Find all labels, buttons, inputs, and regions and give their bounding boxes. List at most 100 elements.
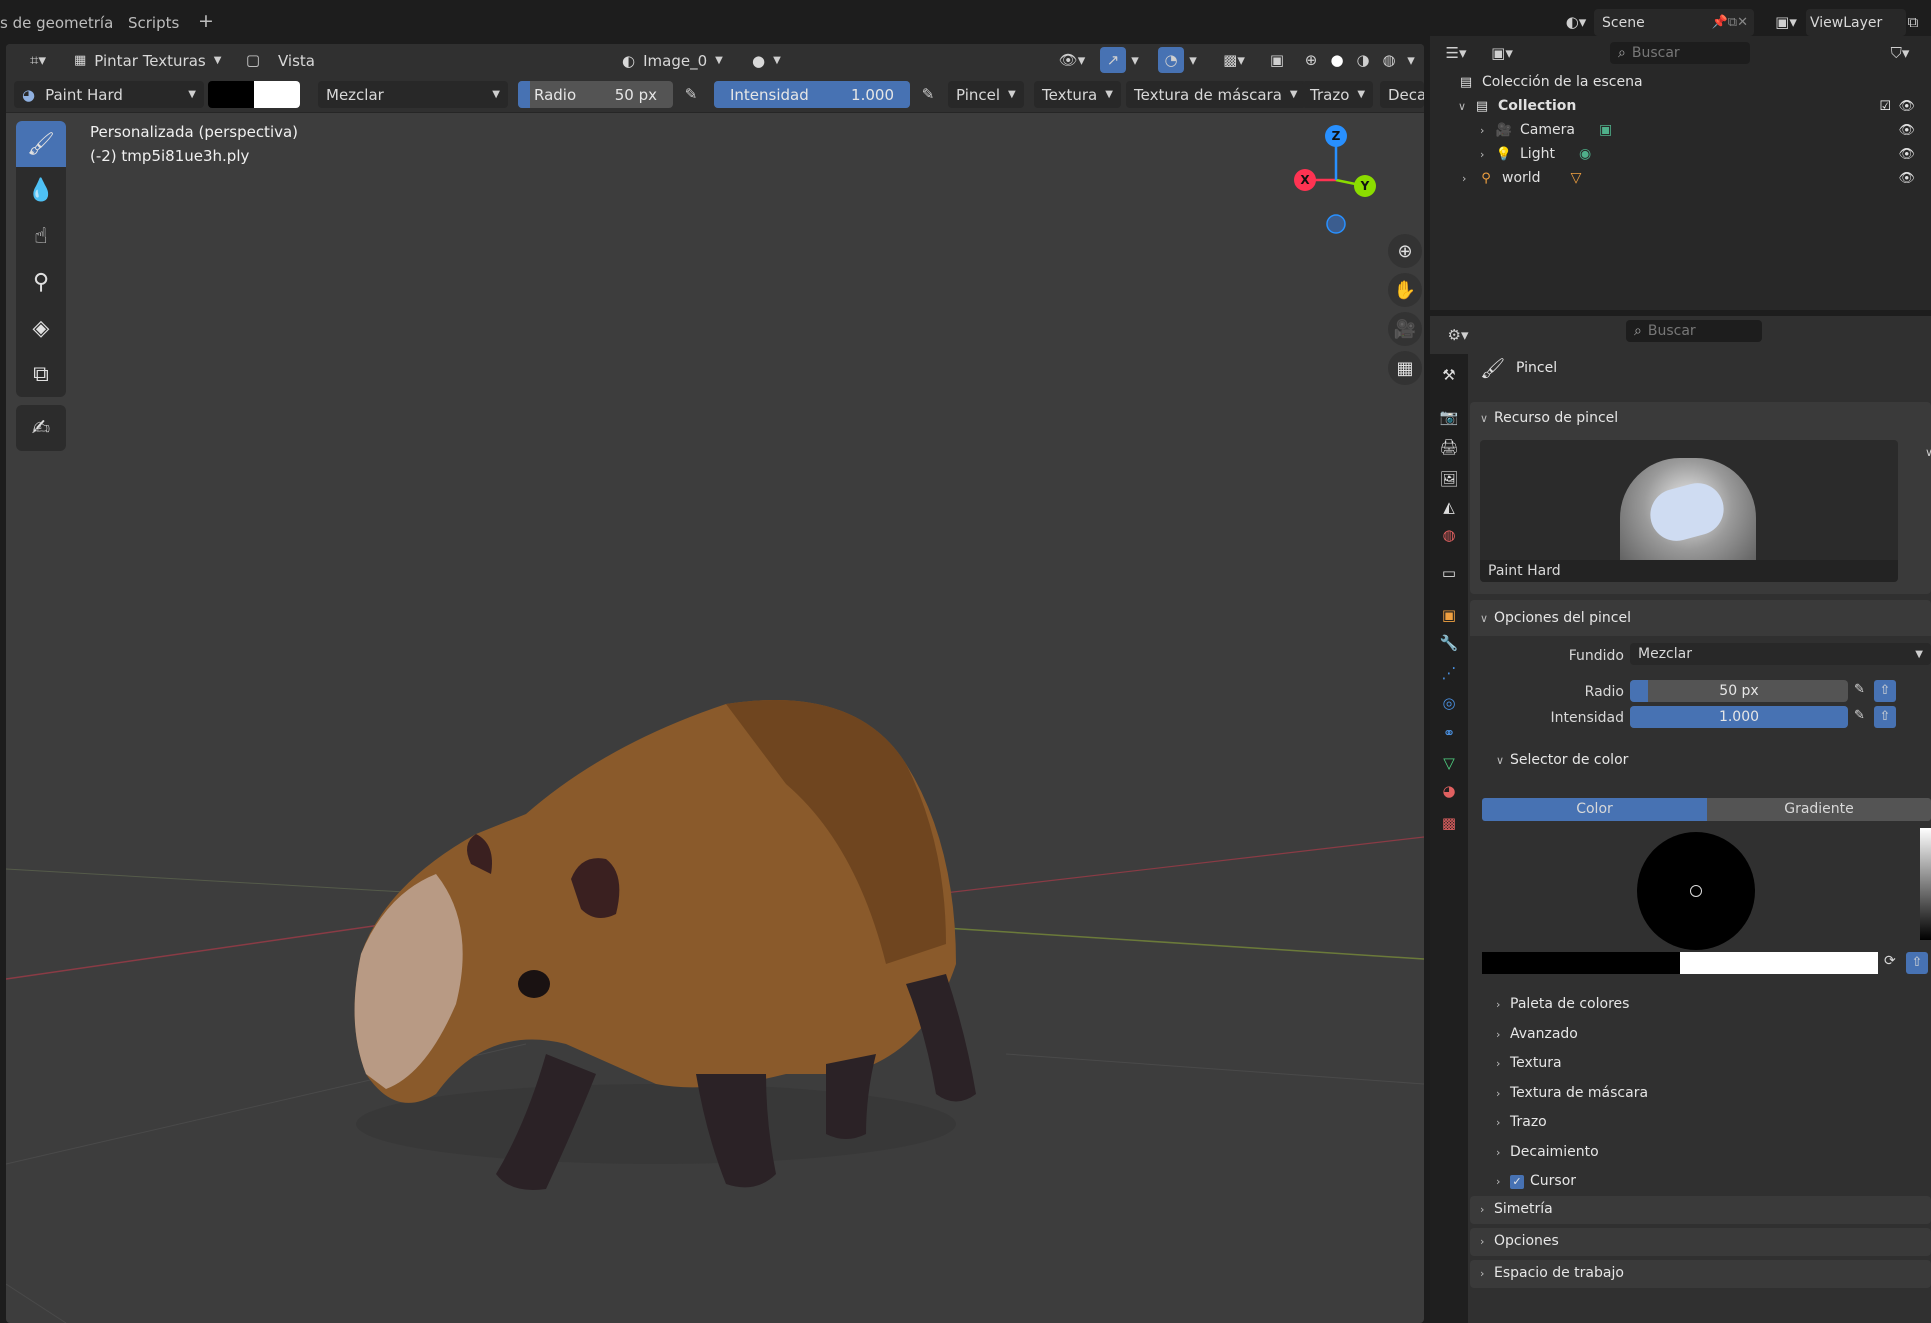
outliner-item-light[interactable]: › 💡 Light ◉ 👁 <box>1430 142 1931 166</box>
chevron-down-icon[interactable]: ▾ <box>1126 47 1144 73</box>
light-data-icon[interactable]: ◉ <box>1579 146 1591 162</box>
stroke-menu[interactable]: Trazo ▼ <box>1302 81 1374 108</box>
outliner-item-collection[interactable]: ∨ ▤ Collection ☑ 👁 <box>1430 94 1931 118</box>
unified-strength-icon[interactable]: ⇧ <box>1874 706 1896 728</box>
chevron-right-icon[interactable]: › <box>1480 148 1494 161</box>
color-wheel[interactable] <box>1637 832 1755 950</box>
scene-selector-icon[interactable]: ◐▾ <box>1558 9 1594 35</box>
physics-tab-icon[interactable]: ◎ <box>1436 690 1462 716</box>
constraints-tab-icon[interactable]: ⚭ <box>1436 720 1462 746</box>
pressure-icon[interactable]: ✎ <box>1854 708 1865 723</box>
editor-type-icon[interactable]: ⌗▾ <box>18 47 58 73</box>
camera-view-icon[interactable]: 🎥 <box>1388 312 1422 346</box>
render-tab-icon[interactable]: 📷 <box>1436 404 1462 430</box>
y-axis-gizmo[interactable]: Y <box>1354 175 1376 197</box>
texture-tab-icon[interactable]: ▩ <box>1436 810 1462 836</box>
output-tab-icon[interactable]: 🖨 <box>1436 434 1462 460</box>
camera-data-icon[interactable]: ▣ <box>1599 122 1612 138</box>
chevron-down-icon[interactable]: ▾ <box>1184 47 1202 73</box>
mask-texture-menu[interactable]: Textura de máscara ▼ <box>1126 81 1306 108</box>
view-layer-field[interactable]: ViewLayer <box>1806 9 1906 36</box>
filter-icon[interactable]: ⛉▾ <box>1882 40 1918 66</box>
chevron-right-icon[interactable]: › <box>1480 124 1494 137</box>
gizmo-toggle-icon[interactable]: ↗ <box>1100 47 1126 73</box>
world-tab-icon[interactable]: ◍ <box>1436 522 1462 548</box>
chevron-down-icon[interactable]: ▾ <box>1402 47 1420 73</box>
smear-tool-icon[interactable]: ☝ <box>16 213 66 259</box>
eye-icon[interactable]: 👁 <box>1898 99 1915 114</box>
pressure-icon[interactable]: ✎ <box>1854 682 1865 697</box>
checkbox-icon[interactable]: ✓ <box>1510 1175 1524 1189</box>
scene-field[interactable]: Scene 📌⧉✕ <box>1594 9 1754 36</box>
view-layer-icon[interactable]: ▣▾ <box>1768 9 1804 35</box>
properties-search-input[interactable]: ⌕ Buscar <box>1626 320 1762 342</box>
particles-tab-icon[interactable]: ⋰ <box>1436 660 1462 686</box>
zoom-icon[interactable]: ⊕ <box>1388 234 1422 268</box>
outliner-item-camera[interactable]: › 🎥 Camera ▣ 👁 <box>1430 118 1931 142</box>
add-workspace-button[interactable]: + <box>198 10 214 32</box>
brush-preview[interactable]: Paint Hard <box>1480 440 1898 582</box>
new-view-layer-icon[interactable]: ⧉ <box>1900 9 1926 35</box>
outliner-item-world[interactable]: › ⚲ world ▽ 👁 <box>1430 166 1931 190</box>
swap-colors-icon[interactable]: ⟳ <box>1884 953 1896 969</box>
toggle-sidebar-icon[interactable]: ▢ <box>240 47 266 73</box>
data-tab-icon[interactable]: ▽ <box>1436 750 1462 776</box>
subpanel-color-palette[interactable]: › Paleta de colores <box>1496 996 1629 1012</box>
soften-tool-icon[interactable]: 💧 <box>16 167 66 213</box>
wireframe-shading-icon[interactable]: ⊕ <box>1298 47 1324 73</box>
blend-mode-selector[interactable]: Mezclar ▼ <box>318 81 508 108</box>
chevron-right-icon[interactable]: › <box>1462 172 1476 185</box>
strength-field[interactable]: 1.000 <box>1630 706 1848 728</box>
subpanel-stroke[interactable]: › Trazo <box>1496 1114 1547 1130</box>
value-slider[interactable] <box>1920 828 1931 940</box>
chevron-down-icon[interactable]: ∨ <box>1925 446 1931 459</box>
tab-scripts[interactable]: Scripts <box>128 14 179 32</box>
eye-icon[interactable]: 👁 <box>1898 123 1915 138</box>
subpanel-falloff[interactable]: › Decaimiento <box>1496 1144 1599 1160</box>
tab-geometry-nodes[interactable]: s de geometría <box>0 14 113 32</box>
pan-hand-icon[interactable]: ✋ <box>1388 273 1422 307</box>
properties-editor-type-icon[interactable]: ⚙▾ <box>1440 322 1476 348</box>
collection-tab-icon[interactable]: ▭ <box>1436 560 1462 586</box>
rendered-shading-icon[interactable]: ◍ <box>1376 47 1402 73</box>
blend-dropdown[interactable]: Mezclar ▼ <box>1630 643 1931 665</box>
x-axis-gizmo[interactable]: X <box>1294 169 1316 191</box>
subpanel-texture[interactable]: › Textura <box>1496 1055 1562 1071</box>
eye-icon[interactable]: 👁 <box>1898 147 1915 162</box>
symmetry-section[interactable]: › Simetría <box>1470 1196 1931 1224</box>
falloff-menu[interactable]: Decai <box>1380 81 1424 108</box>
outliner-search-input[interactable]: ⌕ Buscar <box>1610 42 1750 64</box>
view-layer-tab-icon[interactable]: 🖼 <box>1436 466 1462 492</box>
scene-tab-icon[interactable]: ◭ <box>1436 494 1462 520</box>
pressure-radius-icon[interactable]: ✎ <box>678 81 704 107</box>
image-selector[interactable]: ◐ Image_0 ▼ <box>622 47 723 74</box>
pressure-strength-icon[interactable]: ✎ <box>915 81 941 107</box>
options-section[interactable]: › Opciones <box>1470 1228 1931 1256</box>
mode-selector[interactable]: ▦ Pintar Texturas ▼ <box>68 47 227 74</box>
pin-icon[interactable]: 📌⧉✕ <box>1712 15 1748 30</box>
primary-color-field[interactable] <box>1482 952 1680 974</box>
solid-shading-icon[interactable]: ● <box>1324 47 1350 73</box>
workspace-section[interactable]: › Espacio de trabajo <box>1470 1260 1931 1288</box>
brush-asset-header[interactable]: ∨ Recurso de pincel <box>1480 410 1618 426</box>
perspective-toggle-icon[interactable]: ▦ <box>1388 351 1422 385</box>
outliner-display-mode-icon[interactable]: ☰▾ <box>1438 40 1474 66</box>
visibility-icon[interactable]: 👁▾ <box>1052 47 1092 73</box>
color-tab[interactable]: Color <box>1482 798 1707 821</box>
color-picker-header[interactable]: ∨ Selector de color <box>1496 752 1628 768</box>
brush-selector[interactable]: ◕ Paint Hard ▼ <box>14 81 204 108</box>
material-tab-icon[interactable]: ◕ <box>1436 778 1462 804</box>
material-shading-icon[interactable]: ◑ <box>1350 47 1376 73</box>
secondary-color-swatch[interactable] <box>254 81 300 108</box>
checkbox-icon[interactable]: ☑ <box>1879 99 1891 114</box>
subpanel-advanced[interactable]: › Avanzado <box>1496 1026 1578 1042</box>
overlays-icon[interactable]: ◔ <box>1158 47 1184 73</box>
unified-radius-icon[interactable]: ⇧ <box>1874 680 1896 702</box>
strength-slider[interactable]: Intensidad 1.000 <box>714 81 910 108</box>
secondary-color-field[interactable] <box>1680 952 1878 974</box>
modifier-tab-icon[interactable]: 🔧 <box>1436 630 1462 656</box>
mesh-data-icon[interactable]: ▽ <box>1571 170 1582 186</box>
mask-tool-icon[interactable]: ⧉ <box>16 351 66 397</box>
brush-settings-header[interactable]: ∨ Opciones del pincel <box>1480 610 1631 626</box>
radius-field[interactable]: 50 px <box>1630 680 1848 702</box>
